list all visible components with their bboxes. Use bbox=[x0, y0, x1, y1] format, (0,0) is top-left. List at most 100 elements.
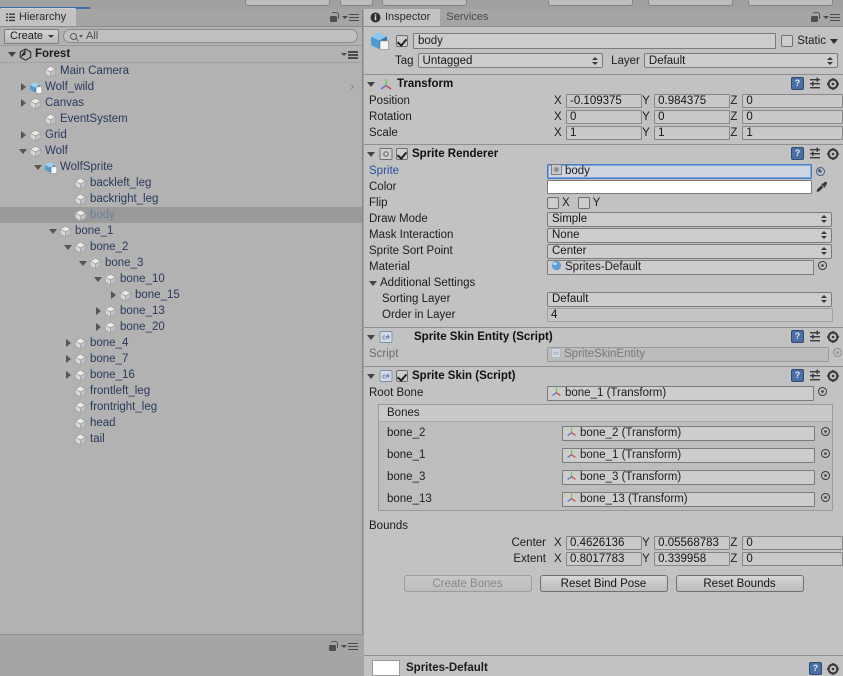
hierarchy-item-eventsystem[interactable]: EventSystem bbox=[0, 111, 362, 127]
foldout-icon[interactable] bbox=[367, 151, 375, 157]
tab-hierarchy[interactable]: Hierarchy bbox=[0, 8, 77, 26]
preset-icon[interactable] bbox=[809, 77, 822, 90]
order-in-layer-field[interactable]: 4 bbox=[547, 308, 833, 322]
hierarchy-item-backleft_leg[interactable]: backleft_leg bbox=[0, 175, 362, 191]
gear-icon[interactable] bbox=[827, 662, 839, 675]
foldout-icon[interactable] bbox=[367, 334, 375, 340]
chevron-down-icon[interactable] bbox=[92, 276, 104, 282]
transform-rotation-y-field[interactable]: 0 bbox=[654, 110, 731, 124]
lock-icon[interactable] bbox=[810, 12, 820, 23]
hierarchy-item-tail[interactable]: tail bbox=[0, 431, 362, 447]
scene-row-forest[interactable]: Forest bbox=[0, 46, 362, 63]
help-icon[interactable] bbox=[809, 662, 822, 675]
gear-icon[interactable] bbox=[827, 77, 839, 90]
chevron-down-icon[interactable] bbox=[32, 164, 44, 170]
chevron-right-icon[interactable] bbox=[62, 339, 74, 347]
preset-icon[interactable] bbox=[809, 369, 822, 382]
transform-rotation-z-field[interactable]: 0 bbox=[742, 110, 843, 124]
toolbar-button-4[interactable] bbox=[548, 0, 633, 6]
additional-settings-foldout[interactable]: Additional Settings bbox=[364, 275, 843, 291]
hierarchy-item-bone_2[interactable]: bone_2 bbox=[0, 239, 362, 255]
foldout-icon[interactable] bbox=[367, 81, 375, 87]
scene-foldout-icon[interactable] bbox=[8, 51, 16, 57]
sprite-skin-enabled-checkbox[interactable] bbox=[396, 370, 408, 382]
transform-scale-y-field[interactable]: 1 bbox=[654, 126, 731, 140]
chevron-right-icon[interactable] bbox=[107, 291, 119, 299]
toolbar-button-6[interactable] bbox=[748, 0, 833, 6]
hierarchy-tree[interactable]: Main Camera Wolf_wild › Canvas EventSystem Gr… bbox=[0, 63, 362, 641]
sprite-sort-point-dropdown[interactable]: Center bbox=[547, 243, 832, 259]
bone-object-picker-icon[interactable] bbox=[820, 448, 831, 462]
material-object-field[interactable]: Sprites-Default bbox=[547, 259, 814, 275]
toolbar-button-2[interactable] bbox=[340, 0, 373, 6]
toolbar-button-5[interactable] bbox=[648, 0, 733, 6]
hierarchy-item-backright_leg[interactable]: backright_leg bbox=[0, 191, 362, 207]
transform-scale-z-field[interactable]: 1 bbox=[742, 126, 843, 140]
eyedropper-icon[interactable] bbox=[815, 180, 829, 194]
preset-icon[interactable] bbox=[809, 147, 822, 160]
panel-menu-icon[interactable] bbox=[341, 642, 358, 651]
bounds-extent-y-field[interactable]: 0.339958 bbox=[654, 552, 731, 566]
toolbar-button-3[interactable] bbox=[382, 0, 467, 6]
gear-icon[interactable] bbox=[827, 369, 839, 382]
foldout-icon[interactable] bbox=[367, 373, 375, 379]
tab-services[interactable]: Services bbox=[440, 9, 498, 26]
sprite-object-field[interactable]: body bbox=[547, 163, 812, 179]
color-field[interactable] bbox=[547, 180, 812, 194]
hierarchy-item-bone_1[interactable]: bone_1 bbox=[0, 223, 362, 239]
bone-object-field[interactable]: bone_1 (Transform) bbox=[562, 447, 815, 463]
flip-y-checkbox[interactable] bbox=[577, 197, 590, 209]
transform-position-x-field[interactable]: -0.109375 bbox=[566, 94, 643, 108]
bone-object-field[interactable]: bone_3 (Transform) bbox=[562, 469, 815, 485]
sprite-object-picker-icon[interactable] bbox=[815, 166, 826, 177]
panel-menu-icon[interactable] bbox=[823, 13, 840, 22]
bounds-extent-x-field[interactable]: 0.8017783 bbox=[566, 552, 643, 566]
help-icon[interactable] bbox=[791, 369, 804, 382]
transform-rotation-x-field[interactable]: 0 bbox=[566, 110, 643, 124]
mask-interaction-dropdown[interactable]: None bbox=[547, 227, 832, 243]
root-bone-object-picker-icon[interactable] bbox=[817, 386, 828, 400]
chevron-right-icon[interactable] bbox=[62, 371, 74, 379]
chevron-right-icon[interactable] bbox=[17, 99, 29, 107]
button-reset-bounds[interactable]: Reset Bounds bbox=[675, 575, 804, 592]
static-checkbox[interactable] bbox=[781, 35, 794, 47]
hierarchy-item-grid[interactable]: Grid bbox=[0, 127, 362, 143]
component-header-sprite-renderer[interactable]: Sprite Renderer bbox=[364, 145, 843, 163]
bounds-extent-z-field[interactable]: 0 bbox=[742, 552, 843, 566]
gear-icon[interactable] bbox=[827, 147, 839, 160]
chevron-right-icon[interactable] bbox=[92, 323, 104, 331]
component-header-sprite-skin-entity[interactable]: c# Sprite Skin Entity (Script) bbox=[364, 328, 843, 346]
hierarchy-item-bone_16[interactable]: bone_16 bbox=[0, 367, 362, 383]
hierarchy-item-bone_4[interactable]: bone_4 bbox=[0, 335, 362, 351]
chevron-down-icon[interactable] bbox=[62, 244, 74, 250]
open-prefab-arrow-icon[interactable]: › bbox=[350, 81, 354, 93]
static-toggle-group[interactable]: Static bbox=[781, 35, 838, 47]
component-header-sprite-skin[interactable]: c# Sprite Skin (Script) bbox=[364, 367, 843, 385]
tag-dropdown[interactable]: Untagged bbox=[417, 53, 604, 68]
hierarchy-item-body[interactable]: body bbox=[0, 207, 362, 223]
bone-object-picker-icon[interactable] bbox=[820, 470, 831, 484]
toolbar-button-1[interactable] bbox=[245, 0, 330, 6]
chevron-down-icon[interactable] bbox=[77, 260, 89, 266]
hierarchy-item-canvas[interactable]: Canvas bbox=[0, 95, 362, 111]
button-reset-bind-pose[interactable]: Reset Bind Pose bbox=[539, 575, 668, 592]
hierarchy-item-bone_13[interactable]: bone_13 bbox=[0, 303, 362, 319]
chevron-right-icon[interactable] bbox=[62, 355, 74, 363]
transform-scale-x-field[interactable]: 1 bbox=[566, 126, 643, 140]
lock-icon[interactable] bbox=[329, 12, 339, 23]
gear-icon[interactable] bbox=[827, 330, 839, 343]
static-dropdown-icon[interactable] bbox=[830, 38, 838, 44]
draw-mode-dropdown[interactable]: Simple bbox=[547, 211, 832, 227]
hierarchy-item-bone_7[interactable]: bone_7 bbox=[0, 351, 362, 367]
bounds-center-z-field[interactable]: 0 bbox=[742, 536, 843, 550]
bone-object-field[interactable]: bone_2 (Transform) bbox=[562, 425, 815, 441]
layer-dropdown[interactable]: Default bbox=[643, 53, 838, 68]
scene-menu-icon[interactable] bbox=[341, 51, 358, 59]
bounds-center-x-field[interactable]: 0.4626136 bbox=[566, 536, 643, 550]
hierarchy-item-head[interactable]: head bbox=[0, 415, 362, 431]
hierarchy-item-wolf[interactable]: Wolf bbox=[0, 143, 362, 159]
chevron-right-icon[interactable] bbox=[92, 307, 104, 315]
search-input[interactable]: All bbox=[63, 29, 358, 43]
lock-icon[interactable] bbox=[328, 641, 338, 652]
material-object-picker-icon[interactable] bbox=[817, 260, 828, 274]
